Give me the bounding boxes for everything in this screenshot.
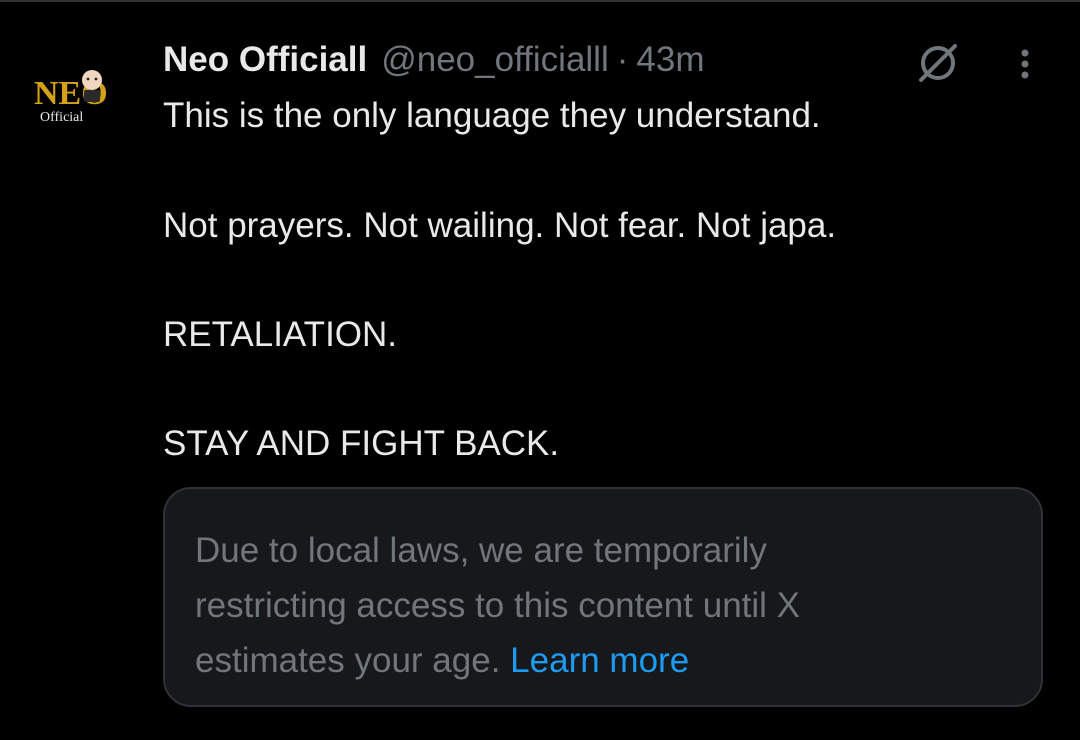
post-text-line: RETALIATION. bbox=[163, 315, 398, 354]
grok-icon-svg bbox=[919, 44, 957, 82]
learn-more-link[interactable]: Learn more bbox=[510, 641, 689, 680]
notice-line: estimates your age. bbox=[195, 641, 501, 680]
more-dot-2 bbox=[1021, 60, 1029, 68]
user-handle[interactable]: @neo_officialll bbox=[381, 38, 609, 82]
neo-logo-icon: NEO Official bbox=[34, 70, 108, 125]
age-restriction-notice: Due to local laws, we are temporarily re… bbox=[163, 487, 1043, 707]
avatar[interactable]: NEO Official bbox=[30, 64, 134, 128]
grok-icon[interactable] bbox=[915, 40, 961, 86]
post-timestamp[interactable]: 43m bbox=[636, 38, 704, 82]
logo-subtext: Official bbox=[40, 110, 83, 125]
post-text-line: STAY AND FIGHT BACK. bbox=[163, 424, 560, 463]
post-text-line: Not prayers. Not wailing. Not fear. Not … bbox=[163, 206, 837, 245]
post-text-line: This is the only language they understan… bbox=[163, 96, 821, 135]
display-name[interactable]: Neo Officiall bbox=[163, 38, 367, 82]
logo-baby-suit bbox=[84, 90, 100, 102]
more-icon-svg bbox=[1021, 49, 1029, 79]
more-vertical-icon[interactable] bbox=[1010, 44, 1040, 84]
more-dot-3 bbox=[1021, 71, 1029, 79]
more-dot-1 bbox=[1021, 49, 1029, 57]
logo-eye-left bbox=[86, 77, 90, 81]
logo-eye-right bbox=[94, 77, 98, 81]
top-divider bbox=[0, 0, 1080, 2]
logo-baby-head bbox=[82, 70, 102, 90]
notice-text: Due to local laws, we are temporarily re… bbox=[195, 523, 1015, 688]
notice-line: Due to local laws, we are temporarily bbox=[195, 531, 767, 570]
post-header: Neo Officiall @neo_officialll · 43m bbox=[163, 38, 705, 82]
header-separator: · bbox=[616, 40, 629, 79]
notice-line: restricting access to this content until… bbox=[195, 586, 800, 625]
